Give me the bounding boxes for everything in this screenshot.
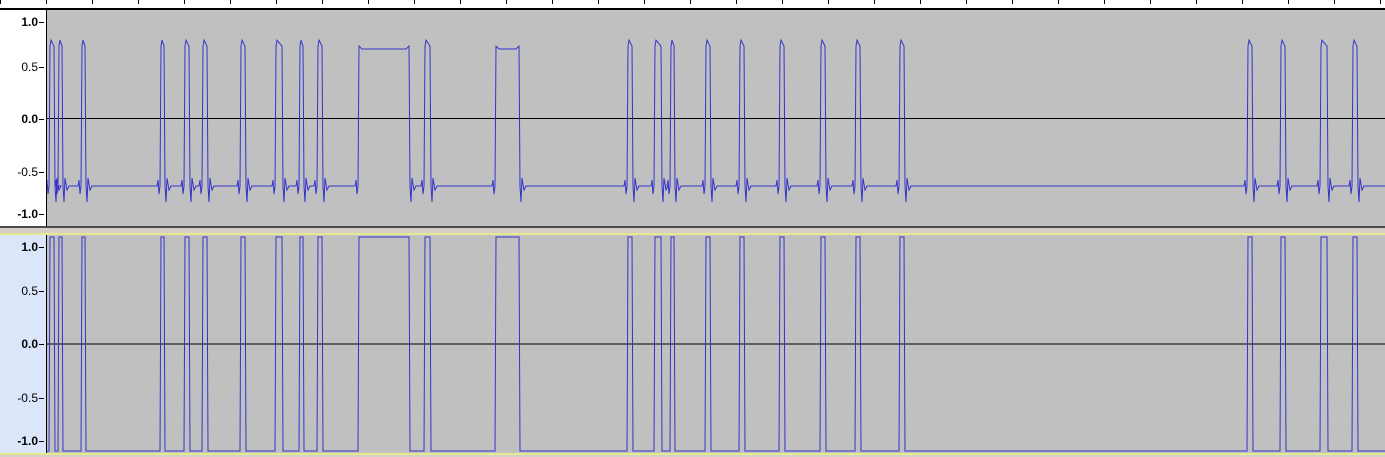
tick-1: 1.0 xyxy=(21,16,44,28)
tick-0: 0.0 xyxy=(21,113,44,125)
track-bottom[interactable]: 1.0 0.5 0.0 -0.5 -1.0 xyxy=(0,233,1385,455)
audio-editor: 1.0 0.5 0.0 -0.5 -1.0 1.0 0.5 0.0 -0.5 -… xyxy=(0,0,1385,457)
tick-0: 0.0 xyxy=(21,338,44,350)
tick-0.5: 0.5 xyxy=(21,285,44,297)
amplitude-ruler-bottom: 1.0 0.5 0.0 -0.5 -1.0 xyxy=(0,235,47,453)
tick-1: 1.0 xyxy=(21,241,44,253)
waveform-bottom xyxy=(47,236,1385,452)
track-top[interactable]: 1.0 0.5 0.0 -0.5 -1.0 xyxy=(0,9,1385,228)
waveform-top xyxy=(47,38,1385,203)
tick--1: -1.0 xyxy=(17,208,44,220)
waveform-plot-bottom[interactable] xyxy=(47,235,1385,453)
tick-0.5: 0.5 xyxy=(21,61,44,73)
waveform-plot-top[interactable] xyxy=(47,10,1385,226)
waveform-path xyxy=(47,38,1385,203)
tick--0.5: -0.5 xyxy=(17,392,44,404)
tick--1: -1.0 xyxy=(17,435,44,447)
timeline-ruler[interactable] xyxy=(0,0,1385,9)
amplitude-ruler-top: 1.0 0.5 0.0 -0.5 -1.0 xyxy=(0,10,47,226)
tick--0.5: -0.5 xyxy=(17,166,44,178)
